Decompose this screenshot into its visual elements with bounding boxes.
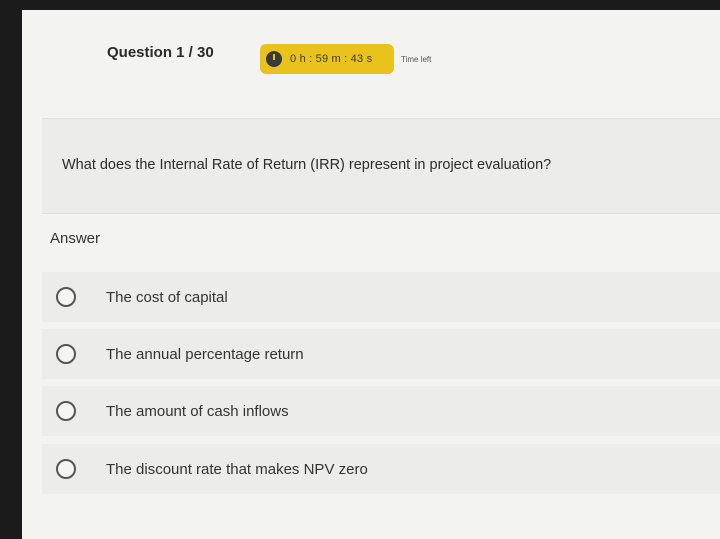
answer-option-4[interactable]: The discount rate that makes NPV zero bbox=[42, 444, 720, 494]
answer-option-label: The discount rate that makes NPV zero bbox=[106, 460, 368, 478]
answer-option-label: The amount of cash inflows bbox=[106, 402, 289, 420]
answer-option-1[interactable]: The cost of capital bbox=[42, 272, 720, 322]
answer-option-label: The annual percentage return bbox=[106, 345, 304, 363]
answer-option-2[interactable]: The annual percentage return bbox=[42, 329, 720, 379]
time-left-label: Time left bbox=[401, 55, 432, 64]
radio-button[interactable] bbox=[56, 344, 76, 364]
question-text: What does the Internal Rate of Return (I… bbox=[62, 157, 552, 173]
radio-button[interactable] bbox=[56, 287, 76, 307]
question-counter: Question 1 / 30 bbox=[107, 44, 214, 61]
question-card: What does the Internal Rate of Return (I… bbox=[42, 118, 720, 214]
timer-badge: 0 h : 59 m : 43 s bbox=[260, 44, 394, 74]
answer-option-label: The cost of capital bbox=[106, 288, 228, 306]
radio-button[interactable] bbox=[56, 459, 76, 479]
quiz-header: Question 1 / 30 0 h : 59 m : 43 s Time l… bbox=[22, 10, 720, 110]
stopwatch-icon bbox=[266, 51, 282, 67]
timer-text: 0 h : 59 m : 43 s bbox=[290, 53, 373, 65]
radio-button[interactable] bbox=[56, 401, 76, 421]
quiz-screen: Question 1 / 30 0 h : 59 m : 43 s Time l… bbox=[22, 10, 720, 539]
answer-option-3[interactable]: The amount of cash inflows bbox=[42, 386, 720, 436]
answer-label: Answer bbox=[50, 230, 101, 247]
